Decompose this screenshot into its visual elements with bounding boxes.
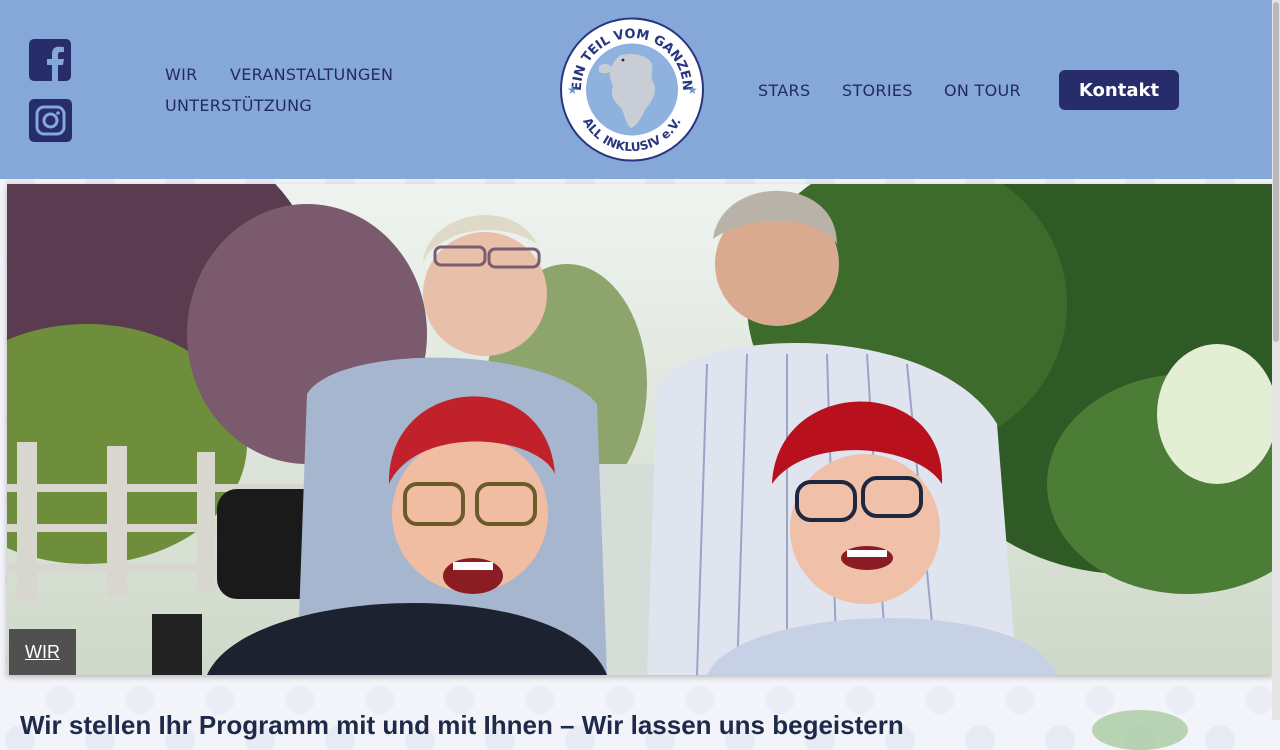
nav-on-tour[interactable]: ON TOUR bbox=[944, 81, 1021, 100]
kontakt-button[interactable]: Kontakt bbox=[1059, 70, 1179, 110]
page-scrollbar[interactable] bbox=[1272, 0, 1280, 720]
nav-stories[interactable]: STORIES bbox=[842, 81, 913, 100]
badge-icon bbox=[1092, 710, 1188, 750]
logo-star-left-icon: ★ bbox=[567, 83, 578, 97]
scrollbar-thumb[interactable] bbox=[1273, 2, 1279, 342]
facebook-icon[interactable] bbox=[29, 39, 71, 81]
section-heading: Wir stellen Ihr Programm mit und mit Ihn… bbox=[20, 710, 904, 740]
hero-label-wir[interactable]: WIR bbox=[9, 629, 76, 675]
nav-stars[interactable]: STARS bbox=[758, 81, 810, 100]
hero-image bbox=[7, 184, 1273, 675]
logo-star-right-icon: ★ bbox=[687, 83, 698, 97]
nav-veranstaltungen[interactable]: VERANSTALTUNGEN bbox=[230, 65, 393, 84]
site-logo[interactable]: EIN TEIL VOM GANZEN ALL INKLUSIV e.V. ★ … bbox=[559, 16, 705, 163]
site-header: WIR VERANSTALTUNGEN UNTERSTÜTZUNG EIN TE… bbox=[0, 0, 1280, 179]
nav-unterstuetzung[interactable]: UNTERSTÜTZUNG bbox=[165, 96, 312, 115]
nav-wir[interactable]: WIR bbox=[165, 65, 198, 84]
instagram-icon[interactable] bbox=[29, 99, 72, 142]
